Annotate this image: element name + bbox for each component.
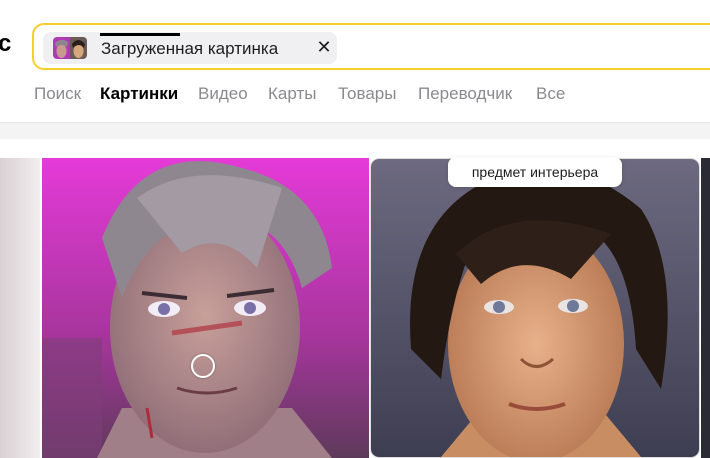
result-image-partial-right[interactable] (701, 158, 710, 458)
object-tooltip: предмет интерьера (448, 157, 622, 187)
tab-search[interactable]: Поиск (34, 84, 81, 104)
tab-translator[interactable]: Переводчик (418, 84, 512, 104)
tab-video[interactable]: Видео (198, 84, 248, 104)
tab-images[interactable]: Картинки (100, 84, 178, 104)
header-spacer (0, 123, 710, 139)
logo-fragment[interactable]: с (0, 30, 11, 58)
search-box[interactable]: Загруженная картинка ✕ (32, 23, 710, 70)
tab-all[interactable]: Все (536, 84, 565, 104)
uploaded-image-label: Загруженная картинка (101, 39, 279, 58)
result-image-partial[interactable] (0, 158, 40, 458)
uploaded-image-chip[interactable]: Загруженная картинка ✕ (43, 32, 337, 64)
tab-products[interactable]: Товары (338, 84, 396, 104)
result-image-dark-haired-man[interactable] (370, 158, 700, 458)
close-icon[interactable]: ✕ (315, 36, 333, 58)
tab-maps[interactable]: Карты (268, 84, 316, 104)
uploaded-image-thumbnail (53, 37, 87, 59)
active-tab-underline (100, 33, 180, 36)
object-hotspot-icon[interactable] (191, 354, 215, 378)
result-image-pink-haired-man[interactable] (42, 158, 369, 458)
